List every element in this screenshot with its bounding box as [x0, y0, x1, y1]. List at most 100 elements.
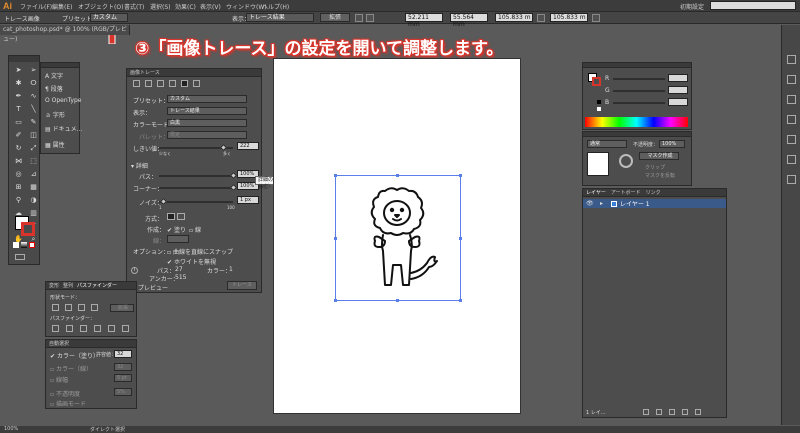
- exclude-icon[interactable]: [91, 304, 98, 311]
- opacity-checkbox[interactable]: ▫ 不透明度: [50, 389, 80, 398]
- noise-slider[interactable]: [159, 201, 233, 203]
- rectangle-tool-icon[interactable]: ▭: [13, 117, 24, 127]
- stroke-width-field[interactable]: [167, 235, 189, 243]
- black-swatch[interactable]: [597, 100, 601, 104]
- fill-tol-field[interactable]: 32: [114, 350, 132, 358]
- minus-front-icon[interactable]: [65, 304, 72, 311]
- clip-mask-icon[interactable]: [656, 409, 662, 415]
- screen-mode-icon[interactable]: [15, 254, 25, 260]
- threshold-field[interactable]: 222: [237, 142, 259, 150]
- mode-dropdown[interactable]: 白黒: [167, 119, 247, 127]
- stroke-checkbox[interactable]: ▫ 線: [189, 225, 201, 234]
- make-mask-button[interactable]: マスク作成: [639, 152, 679, 160]
- char-item-2[interactable]: O OpenType: [45, 97, 81, 104]
- selection-handle[interactable]: [334, 299, 337, 302]
- low-color-icon[interactable]: [157, 80, 164, 87]
- graph-tool-icon[interactable]: ▥: [28, 208, 39, 218]
- menu-file[interactable]: ファイル(F): [20, 2, 52, 11]
- tab-align[interactable]: 整列: [63, 282, 73, 289]
- eye-icon[interactable]: 👁: [586, 200, 594, 207]
- selection-handle[interactable]: [459, 174, 462, 177]
- color-button-icon[interactable]: [13, 242, 19, 248]
- divide-icon[interactable]: [52, 325, 59, 332]
- none-button-icon[interactable]: [29, 242, 35, 248]
- curvature-tool-icon[interactable]: ∿: [28, 91, 39, 101]
- new-sublayer-icon[interactable]: [669, 409, 675, 415]
- color-spectrum[interactable]: [585, 117, 688, 127]
- height-field[interactable]: 105.833 m: [550, 13, 588, 22]
- palette-dropdown[interactable]: 限定: [167, 131, 247, 139]
- noise-field[interactable]: 1 px: [237, 196, 259, 204]
- menu-type[interactable]: 書式(T): [124, 2, 144, 11]
- minus-back-icon[interactable]: [122, 325, 129, 332]
- menu-effect[interactable]: 効果(C): [175, 2, 196, 11]
- layer-name[interactable]: レイヤー 1: [620, 199, 650, 208]
- stroke-color-checkbox[interactable]: ▫ カラー（線）: [50, 364, 92, 373]
- selection-handle[interactable]: [334, 174, 337, 177]
- menu-object[interactable]: オブジェクト(O): [78, 2, 123, 11]
- paintbrush-tool-icon[interactable]: ✎: [28, 117, 39, 127]
- stroke-tol-field[interactable]: 32: [114, 363, 132, 371]
- fill-checkbox[interactable]: ✔ 塗り: [167, 225, 186, 234]
- gradient-button-icon[interactable]: [21, 242, 27, 248]
- unite-icon[interactable]: [52, 304, 59, 311]
- pathfinder-expand-button[interactable]: 拡張: [110, 304, 134, 312]
- g-slider[interactable]: [613, 90, 665, 92]
- menu-window[interactable]: ウィンドウ(W): [226, 2, 267, 11]
- swatches-icon[interactable]: [787, 75, 796, 84]
- new-layer-icon[interactable]: [682, 409, 688, 415]
- r-slider[interactable]: [613, 78, 665, 80]
- x-field[interactable]: 52.211 mm: [405, 13, 443, 28]
- free-transform-tool-icon[interactable]: ⬚: [28, 156, 39, 166]
- preset-dropdown[interactable]: カスタム: [90, 13, 128, 22]
- lasso-tool-icon[interactable]: ⵔ: [28, 78, 39, 88]
- white-swatch[interactable]: [597, 107, 601, 111]
- char-item-5[interactable]: ▦ 属性: [45, 140, 65, 149]
- fill-color-checkbox[interactable]: ✔ カラー（塗り）: [50, 351, 99, 360]
- brushes-icon[interactable]: [787, 95, 796, 104]
- grayscale-icon[interactable]: [169, 80, 176, 87]
- width-tool-icon[interactable]: ⋈: [13, 156, 24, 166]
- selection-tool-icon[interactable]: ➤: [13, 65, 24, 75]
- document-tab[interactable]: cat_photoshop.psd* @ 100% (RGB/プレビュー): [0, 25, 130, 43]
- outline-icon[interactable]: [193, 80, 200, 87]
- link-icon[interactable]: [537, 14, 545, 22]
- corners-slider[interactable]: [159, 187, 233, 189]
- gradient-panel-icon[interactable]: [787, 155, 796, 164]
- layer-row[interactable]: 👁 ▸ レイヤー 1: [583, 199, 726, 208]
- align-icon[interactable]: [355, 14, 363, 22]
- merge-icon[interactable]: [80, 325, 87, 332]
- mesh-tool-icon[interactable]: ⊞: [13, 182, 24, 192]
- selection-handle[interactable]: [396, 299, 399, 302]
- pen-tool-icon[interactable]: ✒: [13, 91, 24, 101]
- direct-selection-tool-icon[interactable]: ➢: [28, 65, 39, 75]
- eraser-tool-icon[interactable]: ◫: [28, 130, 39, 140]
- black-white-icon[interactable]: [181, 80, 188, 87]
- threshold-knob[interactable]: [219, 143, 228, 152]
- ignore-white-checkbox[interactable]: ✔ ホワイトを無視: [167, 257, 216, 266]
- stroke-weight-checkbox[interactable]: ▫ 線幅: [50, 375, 68, 384]
- selection-bounding-box[interactable]: [335, 175, 461, 301]
- trim-icon[interactable]: [66, 325, 73, 332]
- gradient-tool-icon[interactable]: ▦: [28, 182, 39, 192]
- tab-links[interactable]: リンク: [646, 189, 661, 196]
- width-field[interactable]: 105.833 m: [495, 13, 533, 22]
- paths-slider[interactable]: [159, 175, 233, 177]
- eyedropper-tool-icon[interactable]: ⚲: [13, 195, 24, 205]
- appearance-icon[interactable]: [787, 175, 796, 184]
- type-tool-icon[interactable]: T: [13, 104, 24, 114]
- b-slider[interactable]: [613, 102, 665, 104]
- y-field[interactable]: 55.564 mm: [450, 13, 488, 28]
- perspective-tool-icon[interactable]: ⊿: [28, 169, 39, 179]
- workspace-label[interactable]: 初期設定: [680, 2, 704, 11]
- menu-edit[interactable]: 編集(E): [52, 2, 72, 11]
- trace-preset-dropdown[interactable]: カスタム: [167, 95, 247, 103]
- tab-artboards[interactable]: アートボード: [611, 189, 641, 196]
- opacity-tol-field[interactable]: 5%: [114, 388, 132, 396]
- locate-icon[interactable]: [643, 409, 649, 415]
- menu-select[interactable]: 選択(S): [150, 2, 171, 11]
- line-tool-icon[interactable]: ╲: [28, 104, 39, 114]
- menu-icon[interactable]: [592, 14, 600, 22]
- color-stroke-swatch[interactable]: [592, 77, 601, 86]
- expand-button[interactable]: 拡張: [320, 13, 350, 22]
